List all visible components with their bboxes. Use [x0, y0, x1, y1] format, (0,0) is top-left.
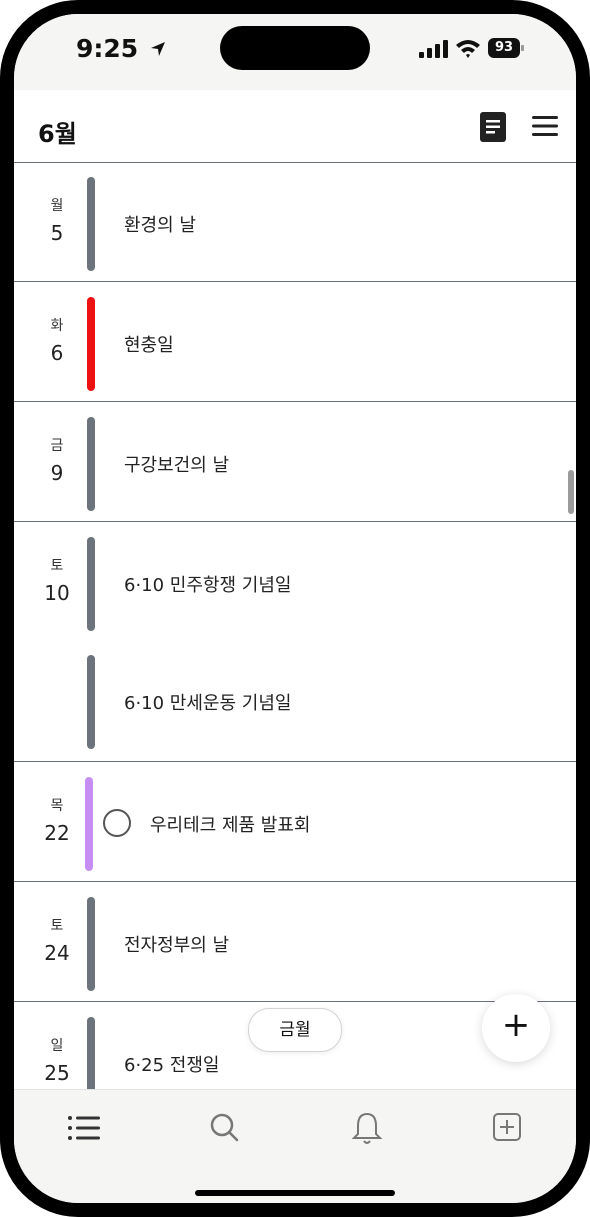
hamburger-menu-icon[interactable] [532, 114, 558, 138]
location-arrow-icon [150, 42, 165, 56]
day-number: 10 [44, 581, 70, 605]
day-number: 9 [50, 461, 64, 485]
search-icon [210, 1113, 239, 1142]
event-title[interactable]: 전자정부의 날 [124, 931, 229, 957]
tab-search[interactable] [200, 1104, 250, 1152]
day-number: 25 [44, 1061, 70, 1085]
month-title: 6월 [38, 120, 77, 148]
scrollbar[interactable] [568, 470, 574, 514]
task-checkbox[interactable] [103, 809, 131, 837]
tab-list[interactable] [60, 1104, 110, 1152]
status-bar: 9:25 93 [14, 14, 576, 90]
event-title[interactable]: 6·25 전쟁일 [124, 1051, 219, 1077]
event-color-bar [87, 537, 95, 631]
event-list[interactable]: 월 5 환경의 날 화 6 현충일 금 9 구강보건의 날 토 10 6·10 … [14, 163, 576, 1089]
event-title[interactable]: 6·10 민주항쟁 기념일 [124, 571, 291, 597]
dynamic-island [220, 26, 370, 70]
event-title[interactable]: 환경의 날 [124, 211, 196, 237]
home-indicator [195, 1190, 395, 1196]
event-title[interactable]: 6·10 만세운동 기념일 [124, 689, 291, 715]
event-row[interactable]: 월 5 환경의 날 [14, 163, 576, 282]
day-number: 6 [50, 341, 64, 365]
cellular-signal-icon [419, 40, 448, 58]
status-time-text: 9:25 [76, 34, 139, 63]
event-row[interactable]: 토 24 전자정부의 날 [14, 883, 576, 1002]
event-row[interactable]: 목 22 우리테크 제품 발표회 [14, 763, 576, 882]
event-color-bar [87, 177, 95, 271]
event-color-bar [87, 1017, 95, 1089]
weekday-label: 토 [50, 918, 64, 934]
day-number: 24 [44, 941, 70, 965]
list-icon [68, 1116, 100, 1140]
event-title[interactable]: 현충일 [124, 331, 174, 357]
event-row[interactable]: 토 10 6·10 민주항쟁 기념일 6·10 만세운동 기념일 [14, 523, 576, 762]
event-color-bar [87, 897, 95, 991]
weekday-label: 화 [50, 318, 64, 334]
event-row[interactable]: 화 6 현충일 [14, 283, 576, 402]
add-event-button[interactable]: + [482, 994, 550, 1062]
phone-frame: 9:25 93 6월 월 5 환경의 날 화 6 현충일 금 9 구강보건의 날… [0, 0, 590, 1217]
battery-icon: 93 [488, 38, 524, 58]
event-color-bar [85, 777, 93, 871]
this-month-button[interactable]: 금월 [248, 1008, 342, 1052]
weekday-label: 목 [50, 798, 64, 814]
add-box-icon [493, 1113, 521, 1141]
calendar-header: 6월 [14, 90, 576, 163]
weekday-label: 일 [50, 1038, 64, 1054]
event-color-bar [87, 417, 95, 511]
event-row[interactable]: 금 9 구강보건의 날 [14, 403, 576, 522]
document-view-icon[interactable] [480, 112, 506, 142]
event-color-bar [87, 297, 95, 391]
weekday-label: 토 [50, 558, 64, 574]
wifi-icon [456, 40, 480, 58]
event-title[interactable]: 구강보건의 날 [124, 451, 229, 477]
day-number: 22 [44, 821, 70, 845]
weekday-label: 금 [50, 438, 64, 454]
day-number: 5 [50, 221, 64, 245]
weekday-label: 월 [50, 198, 64, 214]
event-color-bar [87, 655, 95, 749]
bell-icon [351, 1112, 383, 1144]
event-title[interactable]: 우리테크 제품 발표회 [150, 811, 310, 837]
tab-notifications[interactable] [342, 1104, 392, 1152]
status-time: 9:25 [76, 34, 167, 63]
battery-level: 93 [494, 40, 514, 55]
add-event-button-label: + [501, 1005, 531, 1045]
tab-add[interactable] [482, 1104, 532, 1152]
tab-bar [14, 1089, 576, 1203]
